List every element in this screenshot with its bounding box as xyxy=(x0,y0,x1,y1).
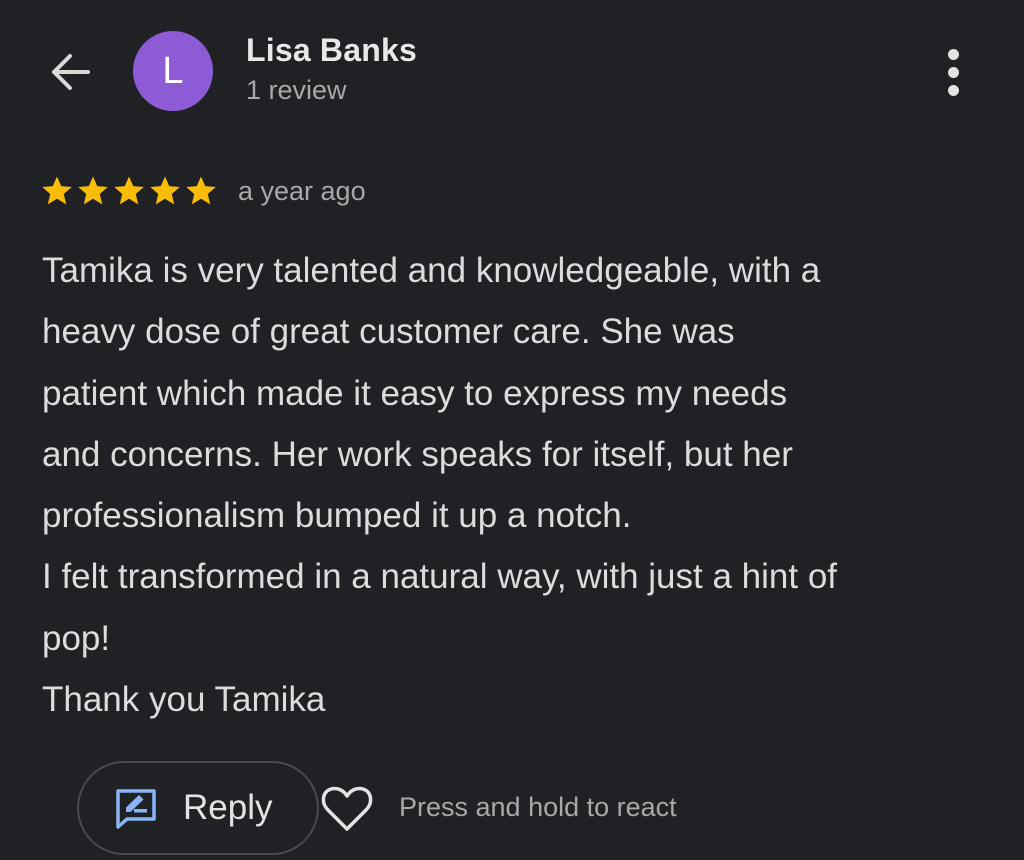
review-time: a year ago xyxy=(238,175,366,206)
review-count: 1 review xyxy=(246,75,347,105)
more-vert-icon xyxy=(947,48,959,60)
review-text-line: pop! xyxy=(42,618,111,658)
review-text-line: heavy dose of great customer care. She w… xyxy=(42,312,735,352)
more-options-button[interactable] xyxy=(928,44,978,100)
review-text-line: patient which made it easy to express my… xyxy=(42,373,788,413)
reviewer-name[interactable]: Lisa Banks xyxy=(246,32,417,69)
reply-button[interactable]: Reply xyxy=(77,761,319,855)
arrow-back-icon xyxy=(52,54,90,90)
review-detail-screen: L Lisa Banks 1 review a year ago Tamika … xyxy=(0,0,1024,860)
star-icon xyxy=(186,176,216,205)
star-icon xyxy=(42,176,72,205)
react-button[interactable] xyxy=(318,782,376,836)
review-text: Tamika is very talented and knowledgeabl… xyxy=(42,240,1002,730)
star-rating xyxy=(40,174,218,208)
reply-edit-icon xyxy=(116,789,156,829)
review-text-line: and concerns. Her work speaks for itself… xyxy=(42,434,793,474)
review-text-line: Thank you Tamika xyxy=(42,680,326,720)
reply-label: Reply xyxy=(183,788,273,827)
avatar[interactable]: L xyxy=(133,31,213,111)
heart-outline-icon xyxy=(321,786,373,831)
review-text-line: professionalism bumped it up a notch. xyxy=(42,496,632,536)
review-text-line: I felt transformed in a natural way, wit… xyxy=(42,557,838,597)
back-button[interactable] xyxy=(44,46,96,98)
review-text-line: Tamika is very talented and knowledgeabl… xyxy=(42,251,821,290)
star-icon xyxy=(114,176,144,205)
rating-row: a year ago xyxy=(40,172,366,210)
react-hint: Press and hold to react xyxy=(399,792,677,822)
star-icon xyxy=(78,176,108,205)
star-icon xyxy=(150,176,180,205)
avatar-initial: L xyxy=(162,49,184,92)
